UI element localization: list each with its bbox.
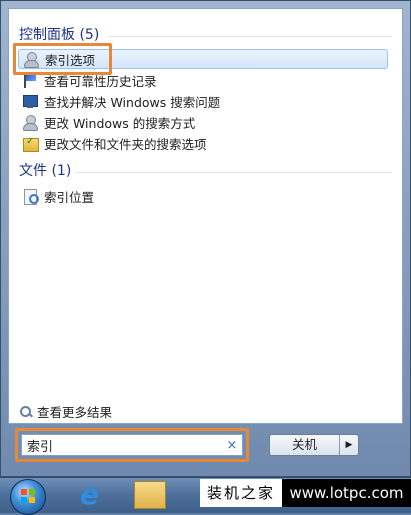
group-header-files[interactable]: 文件 (1) <box>19 161 71 181</box>
result-label: 更改文件和文件夹的搜索选项 <box>44 136 207 152</box>
result-label: 更改 Windows 的搜索方式 <box>44 115 196 131</box>
group-divider <box>77 172 392 173</box>
watermark-url: www.lotpc.com <box>282 479 411 507</box>
shutdown-label: 关机 <box>291 437 317 452</box>
ie-icon[interactable]: e <box>80 481 108 509</box>
start-button[interactable] <box>10 479 46 515</box>
see-more-results-link[interactable]: 查看更多结果 <box>19 402 112 421</box>
result-index-locations[interactable]: 索引位置 <box>18 186 388 206</box>
search-icon <box>19 405 33 419</box>
result-troubleshoot-search[interactable]: 查找并解决 Windows 搜索问题 <box>18 91 388 111</box>
result-change-search-method[interactable]: 更改 Windows 的搜索方式 <box>18 112 388 132</box>
user-icon <box>22 114 38 131</box>
group-header-control-panel[interactable]: 控制面板 (5) <box>19 25 99 45</box>
see-more-label: 查看更多结果 <box>37 405 113 420</box>
result-label: 索引位置 <box>44 189 95 205</box>
shutdown-button[interactable]: 关机 ▶ <box>269 434 359 456</box>
index-icon <box>22 188 39 205</box>
start-menu: 控制面板 (5) 索引选项 查看可靠性历史记录 查找并解决 Windows 搜索… <box>0 0 411 477</box>
highlight-box-search <box>15 428 249 462</box>
result-label: 查找并解决 Windows 搜索问题 <box>44 94 221 110</box>
highlight-box-result <box>13 43 112 75</box>
result-folder-search-options[interactable]: 更改文件和文件夹的搜索选项 <box>18 133 388 153</box>
explorer-icon[interactable] <box>134 481 166 509</box>
shutdown-options-arrow-icon[interactable]: ▶ <box>339 435 358 455</box>
folder-options-icon <box>22 135 39 152</box>
monitor-icon <box>22 93 38 109</box>
group-divider <box>109 36 392 37</box>
watermark-name: 装机之家 <box>200 479 282 507</box>
